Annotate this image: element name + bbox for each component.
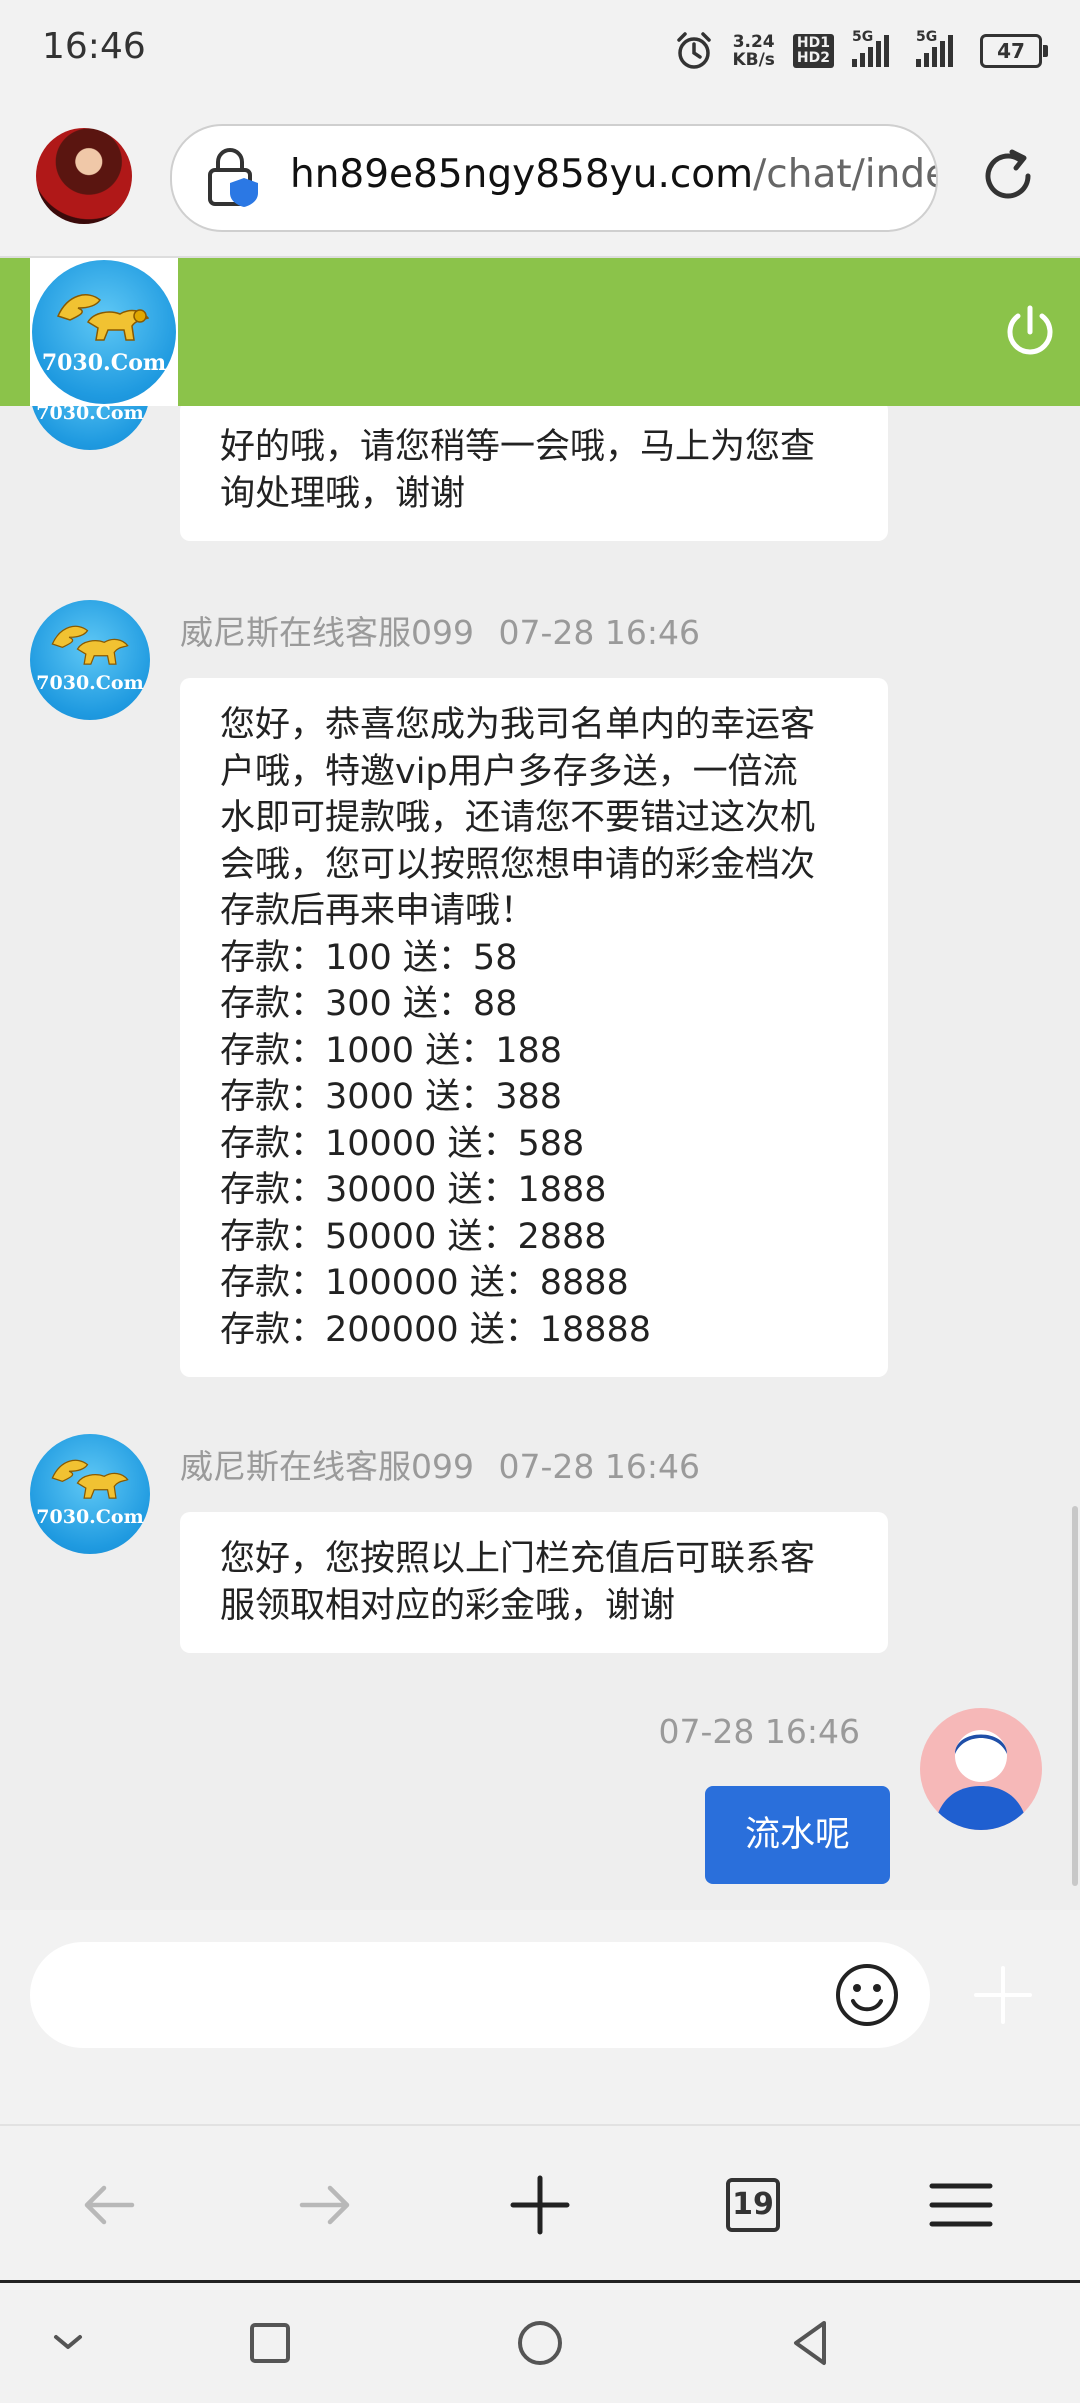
chat-header: 7030.Com (0, 258, 1080, 406)
recents-square-icon[interactable] (240, 2313, 300, 2373)
forward-arrow-icon[interactable] (290, 2170, 360, 2240)
my-message-bubble: 流水呢 (704, 1786, 890, 1884)
back-triangle-icon[interactable] (780, 2313, 840, 2373)
message-time: 07-28 16:46 (498, 613, 700, 652)
profile-avatar[interactable] (36, 128, 132, 224)
message-bubble: 您好，恭喜您成为我司名单内的幸运客 户哦，特邀vip用户多存多送，一倍流 水即可… (180, 678, 888, 1377)
reload-icon[interactable] (976, 144, 1040, 208)
message-meta: 威尼斯在线客服099 07-28 16:46 (180, 1440, 700, 1488)
emoji-icon[interactable] (834, 1962, 900, 2028)
browser-address-bar: hn89e85ngy858yu.com/chat/inde (0, 100, 1080, 258)
winged-lion-icon (51, 1459, 129, 1499)
message-bubble: 好的哦，请您稍等一会哦，马上为您查 询处理哦，谢谢 (180, 406, 888, 541)
alarm-icon (677, 32, 712, 69)
sender-name: 威尼斯在线客服099 (180, 1447, 474, 1486)
message-meta: 威尼斯在线客服099 07-28 16:46 (180, 606, 700, 654)
url-field[interactable]: hn89e85ngy858yu.com/chat/inde (170, 124, 938, 232)
new-tab-plus-icon[interactable] (505, 2170, 575, 2240)
browser-toolbar: 19 (0, 2124, 1080, 2282)
winged-lion-icon (51, 625, 129, 665)
chat-messages[interactable]: 7030.Com 好的哦，请您稍等一会哦，马上为您查 询处理哦，谢谢 7030.… (0, 406, 1080, 1910)
tabs-count-button[interactable]: 19 (726, 2178, 780, 2232)
add-attachment-icon[interactable] (970, 1962, 1036, 2028)
lock-shield-icon (208, 148, 258, 207)
logo-text: 7030.Com (41, 350, 167, 376)
menu-icon[interactable] (926, 2170, 996, 2240)
winged-lion-icon (56, 294, 150, 341)
clock: 16:46 (42, 26, 146, 67)
message-time: 07-28 16:46 (498, 1447, 700, 1486)
hd-indicator: HD1 HD2 (792, 34, 834, 68)
power-icon[interactable] (998, 300, 1062, 364)
back-arrow-icon[interactable] (74, 2170, 144, 2240)
message-bubble: 您好，您按照以上门栏充值后可联系客 服领取相对应的彩金哦，谢谢 (180, 1512, 888, 1653)
network-speed: 3.24 KB/s (732, 32, 775, 70)
user-avatar (920, 1708, 1042, 1830)
system-navigation-bar (0, 2280, 1080, 2403)
message-input[interactable] (30, 1942, 930, 2048)
battery-icon: 47 (980, 34, 1048, 68)
chevron-down-icon[interactable] (38, 2313, 98, 2373)
agent-avatar: 7030.Com (30, 600, 150, 720)
url-text: hn89e85ngy858yu.com/chat/inde (290, 152, 938, 197)
agent-avatar: 7030.Com (30, 406, 150, 450)
sender-name: 威尼斯在线客服099 (180, 613, 474, 652)
scrollbar[interactable] (1072, 1506, 1078, 1886)
status-icons: 3.24 KB/s HD1 HD2 5G 5G 47 (674, 28, 1048, 74)
agent-avatar: 7030.Com (30, 1434, 150, 1554)
brand-logo: 7030.Com (30, 258, 178, 406)
signal-sim1-icon: 5G (852, 29, 898, 67)
my-message-time: 07-28 16:46 (658, 1712, 860, 1751)
home-circle-icon[interactable] (510, 2313, 570, 2373)
signal-sim2-icon: 5G (916, 29, 962, 67)
user-icon (934, 1730, 1028, 1830)
composer (0, 1910, 1080, 2124)
status-bar: 16:46 3.24 KB/s HD1 HD2 5G 5G 47 (0, 0, 1080, 100)
